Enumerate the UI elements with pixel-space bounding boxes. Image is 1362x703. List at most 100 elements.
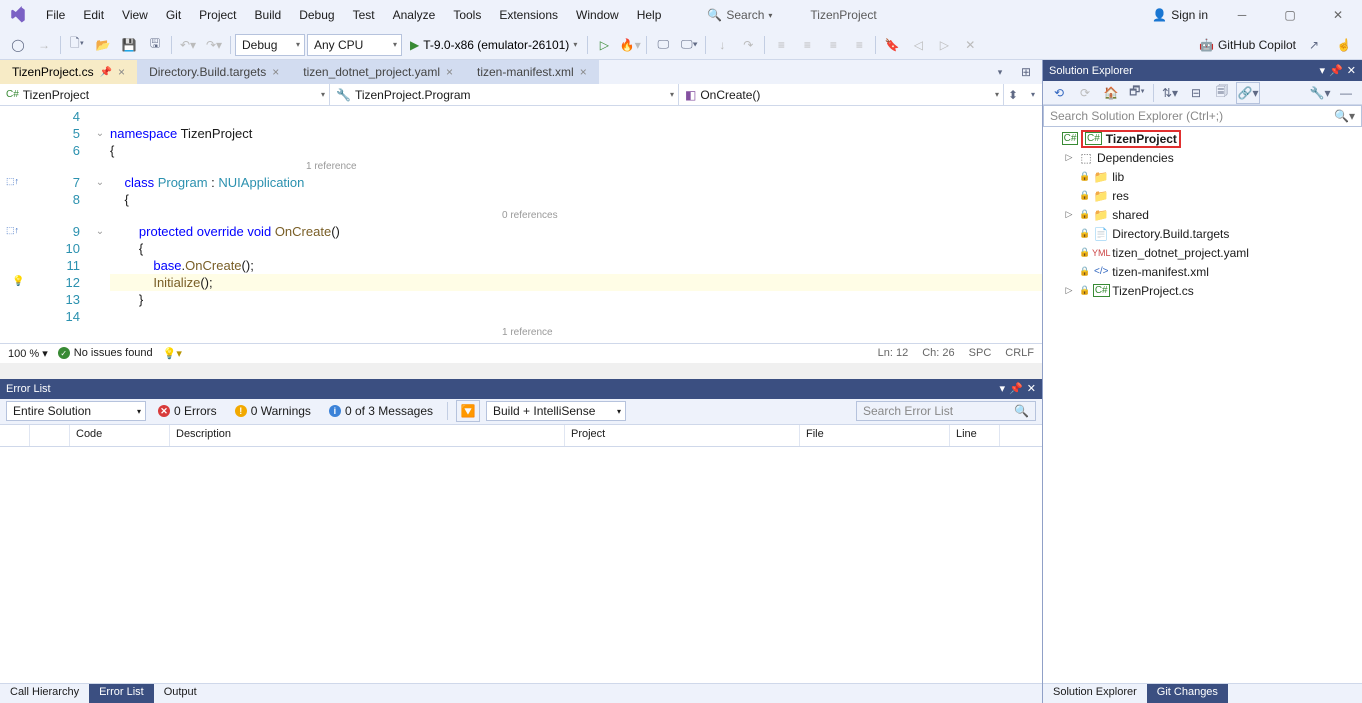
se-switch-button[interactable]: 🗗▾ xyxy=(1125,82,1149,104)
tree-lib[interactable]: 🔒📁lib xyxy=(1043,167,1362,186)
messages-filter[interactable]: i0 of 3 Messages xyxy=(323,402,439,420)
code-content[interactable]: namespace TizenProject{1 reference class… xyxy=(110,106,1042,343)
btab-call-hierarchy[interactable]: Call Hierarchy xyxy=(0,684,89,703)
menu-edit[interactable]: Edit xyxy=(75,5,112,25)
close-icon[interactable]: ✕ xyxy=(1347,64,1356,77)
horizontal-scrollbar[interactable] xyxy=(0,363,1042,379)
menu-tools[interactable]: Tools xyxy=(445,5,489,25)
close-icon[interactable]: × xyxy=(446,65,453,79)
menu-test[interactable]: Test xyxy=(345,5,383,25)
code-editor[interactable]: ⬚↑⬚↑💡 4567891011121314151617181920212223… xyxy=(0,106,1042,343)
tabs-window-button[interactable]: ⊞ xyxy=(1014,61,1038,83)
expand-icon[interactable]: ▷ xyxy=(1063,209,1075,220)
se-search-input[interactable]: Search Solution Explorer (Ctrl+;) 🔍▾ xyxy=(1043,105,1362,127)
sign-in-button[interactable]: 👤 Sign in xyxy=(1146,6,1214,24)
bookmark-clear-button[interactable]: ✕ xyxy=(958,34,982,56)
menu-view[interactable]: View xyxy=(114,5,156,25)
menu-analyze[interactable]: Analyze xyxy=(385,5,444,25)
scope-combo[interactable]: Entire Solution xyxy=(6,401,146,421)
step-into-button[interactable]: ↓ xyxy=(710,34,734,56)
spaces-indicator[interactable]: SPC xyxy=(969,347,992,359)
se-properties-button[interactable]: 🔧▾ xyxy=(1308,82,1332,104)
se-sync-button[interactable]: ⇅▾ xyxy=(1158,82,1182,104)
start-nodebug-button[interactable]: ▷ xyxy=(592,34,616,56)
se-back-button[interactable]: ⟲ xyxy=(1047,82,1071,104)
error-col-File[interactable]: File xyxy=(800,425,950,446)
bookmark-button[interactable]: 🔖 xyxy=(880,34,904,56)
indent-button[interactable]: ≡ xyxy=(769,34,793,56)
build-combo[interactable]: Build + IntelliSense xyxy=(486,401,626,421)
close-icon[interactable]: × xyxy=(580,65,587,79)
expand-icon[interactable]: ▷ xyxy=(1063,152,1075,163)
menu-file[interactable]: File xyxy=(38,5,73,25)
btab-error-list[interactable]: Error List xyxy=(89,684,154,703)
se-btab-solution-explorer[interactable]: Solution Explorer xyxy=(1043,684,1147,703)
member-combo[interactable]: ◧OnCreate() xyxy=(679,84,1004,105)
tree-shared[interactable]: ▷🔒📁shared xyxy=(1043,205,1362,224)
pin-icon[interactable]: 📌 xyxy=(100,67,112,78)
platform-combo[interactable]: Any CPU xyxy=(307,34,402,56)
new-project-button[interactable]: 🗋▾ xyxy=(65,34,89,56)
error-col-Description[interactable]: Description xyxy=(170,425,565,446)
tab-tizen-manifest.xml[interactable]: tizen-manifest.xml× xyxy=(465,60,599,84)
error-col-Code[interactable]: Code xyxy=(70,425,170,446)
minimize-button[interactable]: ─ xyxy=(1222,1,1262,29)
outdent-button[interactable]: ≡ xyxy=(795,34,819,56)
line-indicator[interactable]: Ln: 12 xyxy=(878,347,909,359)
comment-button[interactable]: ≡ xyxy=(821,34,845,56)
lineending-indicator[interactable]: CRLF xyxy=(1005,347,1034,359)
menu-help[interactable]: Help xyxy=(629,5,670,25)
step-over-button[interactable]: ↷ xyxy=(736,34,760,56)
config-combo[interactable]: Debug xyxy=(235,34,305,56)
error-search-input[interactable]: Search Error List🔍 xyxy=(856,401,1036,421)
zoom-combo[interactable]: 100 % ▾ xyxy=(8,347,48,360)
undo-button[interactable]: ↶▾ xyxy=(176,34,200,56)
tree-Dependencies[interactable]: ▷⬚Dependencies xyxy=(1043,148,1362,167)
expand-button[interactable]: ▾ xyxy=(1024,84,1042,106)
save-all-button[interactable]: 🖫 xyxy=(143,34,167,56)
title-search[interactable]: 🔍 Search ▾ xyxy=(699,6,780,24)
dropdown-icon[interactable]: ▾ xyxy=(1000,382,1006,395)
class-combo[interactable]: 🔧TizenProject.Program xyxy=(330,84,679,105)
nav-fwd-button[interactable]: → xyxy=(32,34,56,56)
se-home-button[interactable]: 🏠 xyxy=(1099,82,1123,104)
warnings-filter[interactable]: !0 Warnings xyxy=(229,402,317,420)
menu-git[interactable]: Git xyxy=(158,5,189,25)
split-button[interactable]: ⬍ xyxy=(1004,84,1022,106)
error-col-Line[interactable]: Line xyxy=(950,425,1000,446)
char-indicator[interactable]: Ch: 26 xyxy=(922,347,954,359)
pin-icon[interactable]: 📌 xyxy=(1329,64,1343,77)
tree-Directory.Build.targets[interactable]: 🔒📄Directory.Build.targets xyxy=(1043,224,1362,243)
start-debug-button[interactable]: ▶ T-9.0-x86 (emulator-26101) ▾ xyxy=(404,34,583,56)
error-col-icon[interactable] xyxy=(0,425,30,446)
close-icon[interactable]: × xyxy=(272,65,279,79)
maximize-button[interactable]: ▢ xyxy=(1270,1,1310,29)
dropdown-icon[interactable]: ▾ xyxy=(1320,64,1326,77)
tree-tizen-manifest.xml[interactable]: 🔒</>tizen-manifest.xml xyxy=(1043,262,1362,281)
share-button[interactable]: ↗ xyxy=(1302,34,1326,56)
uncomment-button[interactable]: ≡ xyxy=(847,34,871,56)
tree-TizenProject[interactable]: C#C#TizenProject xyxy=(1043,129,1362,148)
close-button[interactable]: ✕ xyxy=(1318,1,1358,29)
fold-column[interactable]: ⌄⌄⌄⌄ xyxy=(90,106,110,343)
menu-extensions[interactable]: Extensions xyxy=(491,5,566,25)
error-col-Project[interactable]: Project xyxy=(565,425,800,446)
nav-back-button[interactable]: ◯ xyxy=(6,34,30,56)
menu-window[interactable]: Window xyxy=(568,5,627,25)
tab-TizenProject.cs[interactable]: TizenProject.cs📌× xyxy=(0,60,137,84)
menu-build[interactable]: Build xyxy=(247,5,290,25)
solution-explorer-header[interactable]: Solution Explorer ▾📌✕ xyxy=(1043,60,1362,81)
bookmark-prev-button[interactable]: ◁ xyxy=(906,34,930,56)
tree-TizenProject.cs[interactable]: ▷🔒C#TizenProject.cs xyxy=(1043,281,1362,300)
errors-filter[interactable]: ✕0 Errors xyxy=(152,402,223,420)
menu-debug[interactable]: Debug xyxy=(291,5,342,25)
no-issues-label[interactable]: ✓No issues found xyxy=(58,347,153,359)
pin-icon[interactable]: 📌 xyxy=(1009,382,1023,395)
close-icon[interactable]: ✕ xyxy=(1027,382,1036,395)
se-btab-git-changes[interactable]: Git Changes xyxy=(1147,684,1228,703)
save-button[interactable]: 💾 xyxy=(117,34,141,56)
expand-icon[interactable]: ▷ xyxy=(1063,285,1075,296)
se-showall-button[interactable]: 🗐 xyxy=(1210,82,1234,104)
browser-link-button[interactable]: 🖵 xyxy=(651,34,675,56)
live-share-button[interactable]: 🖵▾ xyxy=(677,34,701,56)
